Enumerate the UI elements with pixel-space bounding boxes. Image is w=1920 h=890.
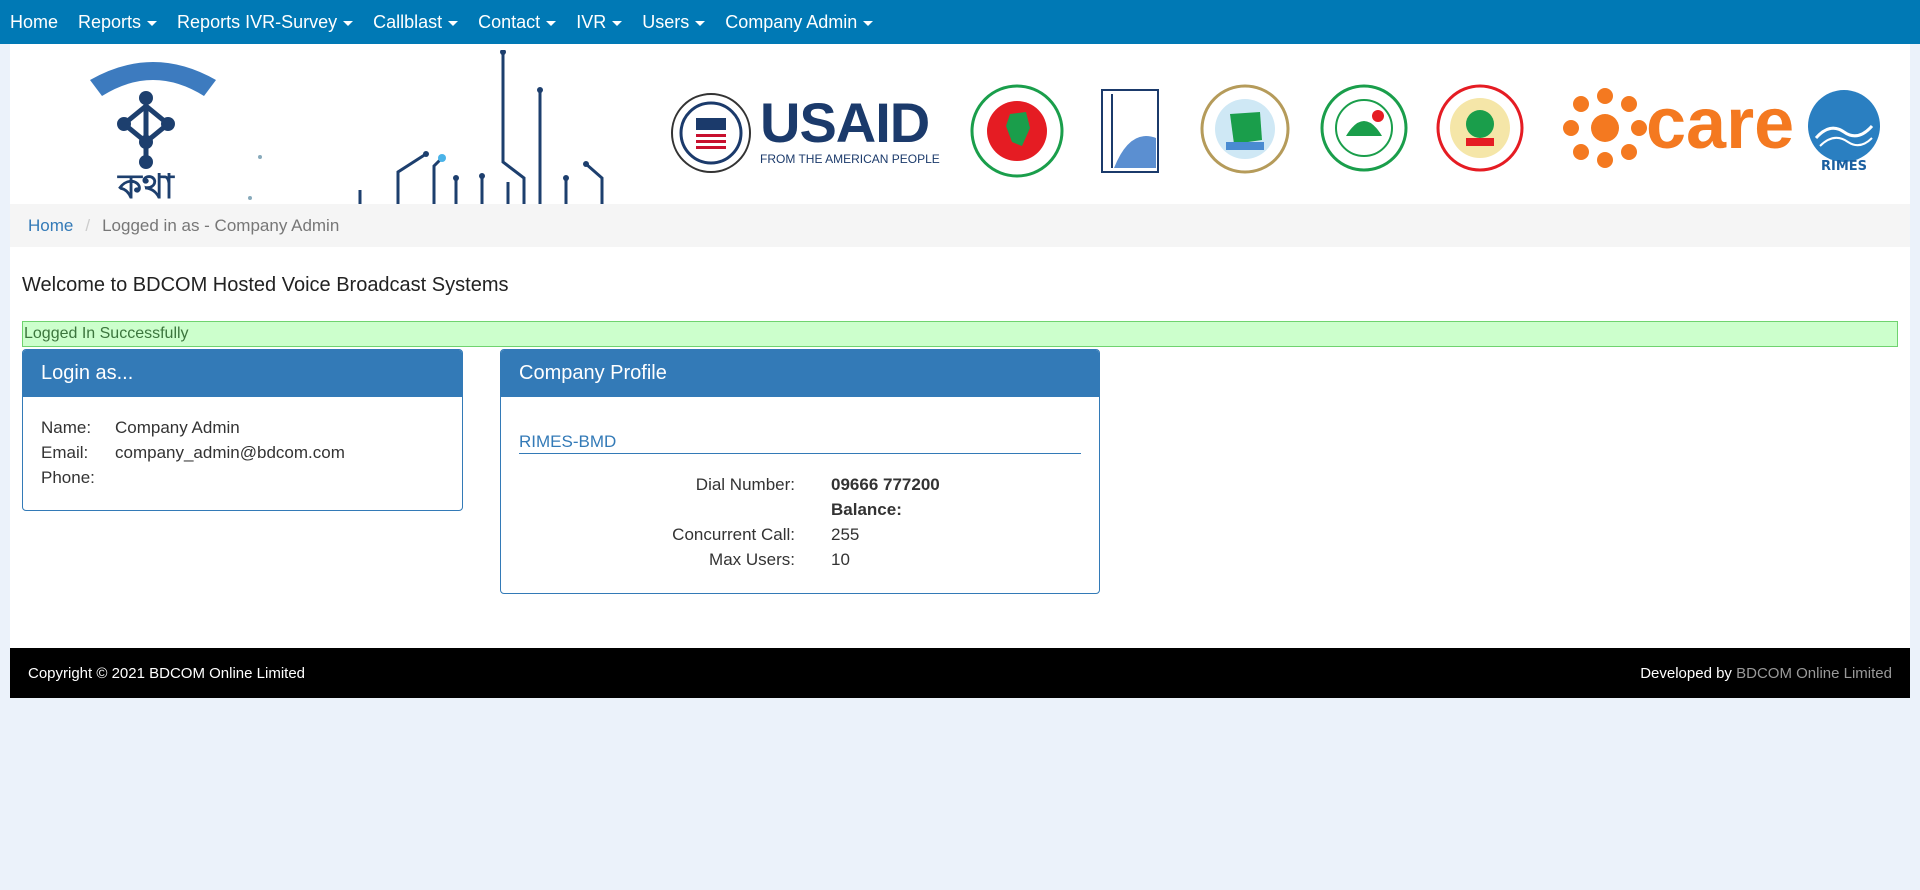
welcome-heading: Welcome to BDCOM Hosted Voice Broadcast … (22, 274, 509, 296)
usaid-text: USAID (760, 91, 930, 154)
rimes-logo-icon: RIMES (1808, 90, 1880, 172)
breadcrumb-separator: / (85, 215, 91, 235)
usaid-wordmark: USAID (760, 95, 944, 151)
company-profile-body: RIMES-BMD Dial Number: 09666 777200 Bala… (501, 397, 1099, 590)
nav-contact-label: Contact (478, 11, 541, 32)
success-alert-text: Logged In Successfully (24, 325, 189, 342)
nav-ivr[interactable]: IVR (576, 11, 623, 33)
nav-callblast[interactable]: Callblast (373, 11, 459, 33)
footer-copyright: Copyright © 2021 BDCOM Online Limited (28, 664, 306, 682)
login-email-label: Email: (41, 443, 89, 462)
chevron-down-icon (147, 20, 158, 26)
nav-reports[interactable]: Reports (78, 11, 158, 33)
login-phone-label: Phone: (41, 468, 95, 487)
nav-users[interactable]: Users (642, 11, 706, 33)
nav-home-label: Home (10, 11, 59, 32)
dial-number-row: Dial Number: 09666 777200 (519, 472, 1081, 497)
usaid-tagline: FROM THE AMERICAN PEOPLE (760, 152, 940, 166)
usaid-logo: USAID FROM THE AMERICAN PEOPLE (760, 95, 944, 167)
dial-number-label: Dial Number: (695, 475, 795, 494)
login-panel-title: Login as... (23, 350, 462, 397)
login-phone-row: Phone: (41, 465, 444, 490)
breadcrumb-active: Logged in as - Company Admin (102, 215, 340, 235)
max-users-value: 10 (831, 550, 850, 569)
nav-contact[interactable]: Contact (478, 11, 557, 33)
company-profile-title: Company Profile (501, 350, 1099, 397)
nav-reports-label: Reports (78, 11, 142, 32)
bangladesh-govt-seal-icon (970, 84, 1064, 178)
login-email-row: Email: company_admin@bdcom.com (41, 440, 444, 465)
chevron-down-icon (343, 20, 354, 26)
balance-spacer (519, 497, 831, 522)
max-users-row: Max Users: 10 (519, 547, 1081, 572)
chevron-down-icon (448, 20, 459, 26)
breadcrumb: Home / Logged in as - Company Admin (10, 204, 1910, 247)
login-name-row: Name: Company Admin (41, 415, 444, 440)
chevron-down-icon (612, 20, 623, 26)
breadcrumb-home-link[interactable]: Home (28, 216, 73, 236)
success-alert: Logged In Successfully (22, 321, 1898, 347)
main-container: কথা USAID FROM THE AMERICAN PEOPLE care … (10, 44, 1910, 698)
chevron-down-icon (695, 20, 706, 26)
chevron-down-icon (546, 20, 557, 26)
care-text: care (1646, 84, 1795, 164)
login-panel: Login as... Name: Company Admin Email: c… (22, 349, 463, 511)
balance-row: Balance: (519, 497, 1081, 522)
kotha-logo: কথা (90, 62, 216, 204)
nav-users-label: Users (642, 11, 690, 32)
usaid-seal-icon (671, 93, 751, 173)
login-panel-body: Name: Company Admin Email: company_admin… (23, 397, 462, 508)
login-email-value: company_admin@bdcom.com (115, 443, 345, 462)
concurrent-call-label: Concurrent Call: (672, 525, 795, 544)
care-logo: care (1646, 84, 1794, 164)
company-profile-panel: Company Profile RIMES-BMD Dial Number: 0… (500, 349, 1100, 594)
footer-developed-by-label: Developed by (1640, 664, 1732, 682)
department-seal-icon (1200, 84, 1290, 174)
nav-home[interactable]: Home (10, 12, 58, 33)
balance-label: Balance: (831, 500, 902, 519)
header-banner: কথা USAID FROM THE AMERICAN PEOPLE care … (10, 44, 1910, 204)
bmd-logo-icon (1101, 89, 1159, 173)
nav-callblast-label: Callblast (373, 11, 443, 32)
concurrent-call-row: Concurrent Call: 255 (519, 522, 1081, 547)
nav-company-admin[interactable]: Company Admin (725, 11, 874, 33)
care-sunburst-icon (1563, 88, 1647, 168)
nav-reports-ivr-survey-label: Reports IVR-Survey (177, 11, 338, 32)
login-name-value: Company Admin (115, 418, 240, 437)
dial-number-value: 09666 777200 (831, 475, 940, 494)
circuit-decoration (248, 50, 604, 204)
kotha-logo-text: কথা (117, 167, 175, 204)
nav-reports-ivr-survey[interactable]: Reports IVR-Survey (177, 11, 354, 33)
nav-company-admin-label: Company Admin (725, 11, 858, 32)
rimes-text: RIMES (1821, 159, 1867, 172)
footer-developed-by: Developed by BDCOM Online Limited (1640, 665, 1892, 682)
nav-ivr-label: IVR (576, 11, 607, 32)
company-name: RIMES-BMD (519, 432, 1081, 454)
footer-developer-link[interactable]: BDCOM Online Limited (1736, 665, 1892, 682)
max-users-label: Max Users: (709, 550, 795, 569)
livestock-seal-icon (1436, 84, 1524, 172)
top-navbar: Home Reports Reports IVR-Survey Callblas… (0, 0, 1920, 44)
login-name-label: Name: (41, 418, 92, 437)
footer: Copyright © 2021 BDCOM Online Limited De… (10, 648, 1910, 698)
agriculture-seal-icon (1320, 84, 1408, 172)
concurrent-call-value: 255 (831, 525, 860, 544)
chevron-down-icon (863, 20, 874, 26)
